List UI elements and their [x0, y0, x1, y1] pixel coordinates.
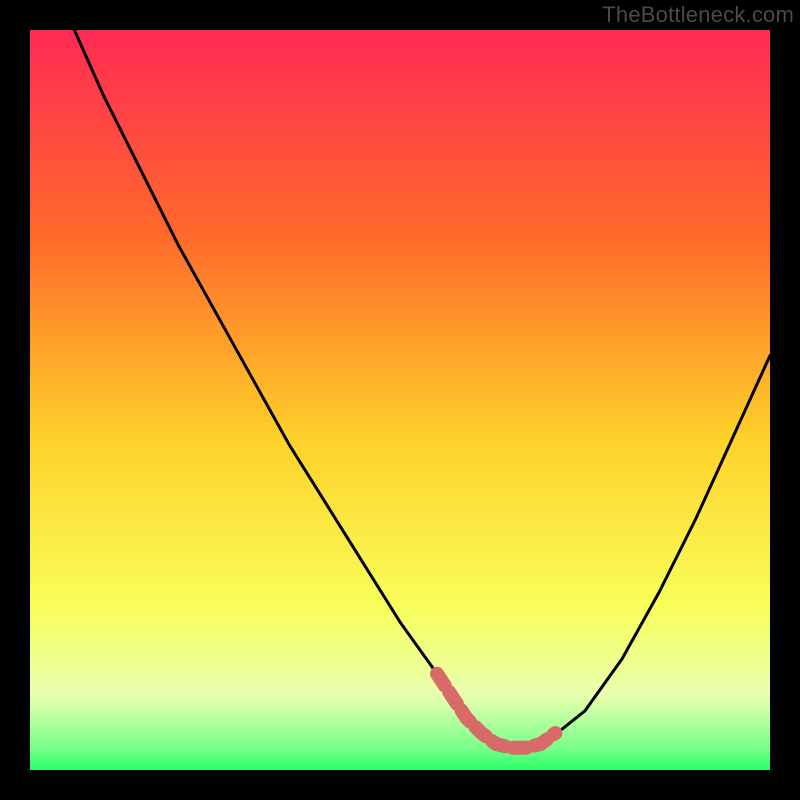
chart-frame: TheBottleneck.com — [0, 0, 800, 800]
gradient-background — [30, 30, 770, 770]
bottleneck-chart — [30, 30, 770, 770]
plot-area — [30, 30, 770, 770]
watermark-text: TheBottleneck.com — [602, 2, 794, 28]
